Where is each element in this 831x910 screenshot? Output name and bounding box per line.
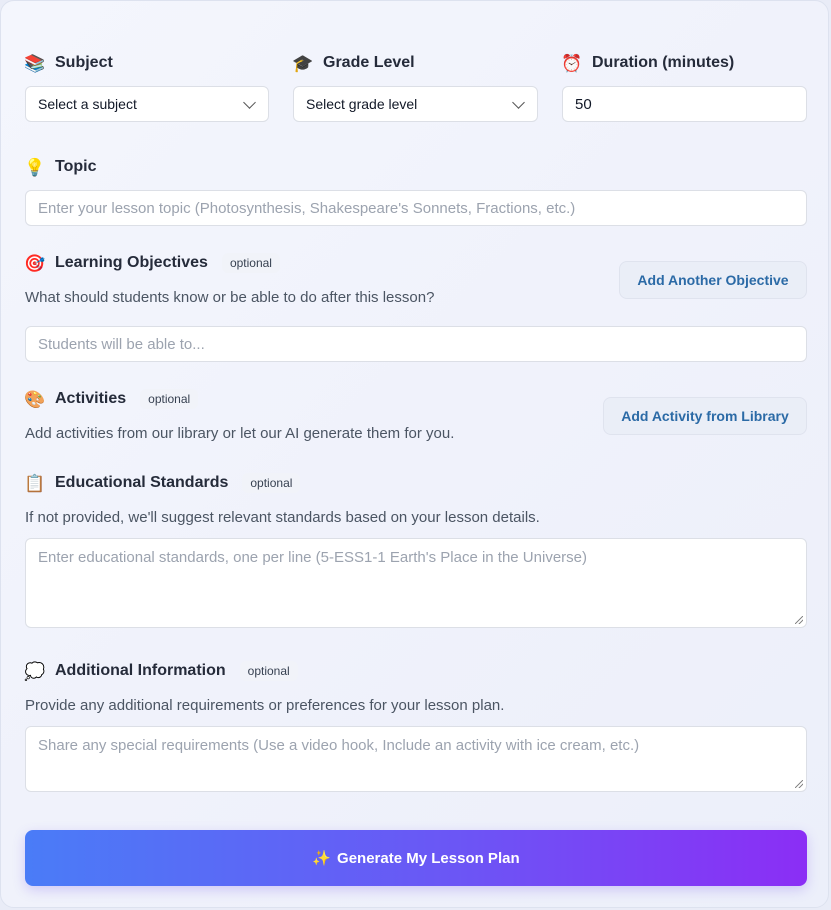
generate-button-label: Generate My Lesson Plan xyxy=(337,849,520,867)
optional-badge: optional xyxy=(140,389,199,409)
lesson-plan-form: 📚 Subject Select a subject 🎓 Grade Level… xyxy=(0,0,829,908)
optional-badge: optional xyxy=(221,253,280,273)
clipboard-icon: 📋 xyxy=(24,473,46,493)
graduation-cap-icon: 🎓 xyxy=(292,53,314,73)
objective-placeholder: Students will be able to... xyxy=(38,335,205,353)
add-objective-button[interactable]: Add Another Objective xyxy=(619,261,807,299)
duration-input[interactable]: 50 xyxy=(562,86,807,122)
sparkles-icon: ✨ xyxy=(312,850,332,867)
target-icon: 🎯 xyxy=(24,253,46,273)
grade-select[interactable]: Select grade level xyxy=(293,86,538,122)
chevron-down-icon xyxy=(243,95,256,109)
standards-textarea[interactable]: Enter educational standards, one per lin… xyxy=(25,538,807,628)
grade-label: 🎓 Grade Level xyxy=(292,53,415,73)
palette-icon: 🎨 xyxy=(24,389,46,409)
standards-help: If not provided, we'll suggest relevant … xyxy=(25,509,540,526)
books-icon: 📚 xyxy=(24,53,46,73)
add-activity-button[interactable]: Add Activity from Library xyxy=(603,397,807,435)
subject-label: 📚 Subject xyxy=(24,53,113,73)
chevron-down-icon xyxy=(512,95,525,109)
topic-placeholder: Enter your lesson topic (Photosynthesis,… xyxy=(38,199,576,217)
additional-placeholder: Share any special requirements (Use a vi… xyxy=(38,737,640,754)
additional-textarea[interactable]: Share any special requirements (Use a vi… xyxy=(25,726,807,792)
duration-label: ⏰ Duration (minutes) xyxy=(561,53,735,73)
optional-badge: optional xyxy=(242,473,301,493)
alarm-clock-icon: ⏰ xyxy=(561,53,583,73)
activities-help: Add activities from our library or let o… xyxy=(25,425,455,442)
objectives-label: 🎯 Learning Objectives optional xyxy=(24,253,280,273)
grade-select-value: Select grade level xyxy=(306,96,418,112)
resize-handle-icon[interactable] xyxy=(795,616,803,624)
standards-placeholder: Enter educational standards, one per lin… xyxy=(38,549,587,566)
subject-select-value: Select a subject xyxy=(38,96,137,112)
topic-label: 💡 Topic xyxy=(24,157,97,177)
activities-label: 🎨 Activities optional xyxy=(24,389,199,409)
objectives-help: What should students know or be able to … xyxy=(25,289,435,306)
thought-bubble-icon: 💭 xyxy=(24,661,46,681)
additional-label: 💭 Additional Information optional xyxy=(24,661,298,681)
topic-input[interactable]: Enter your lesson topic (Photosynthesis,… xyxy=(25,190,807,226)
standards-label: 📋 Educational Standards optional xyxy=(24,473,301,493)
subject-select[interactable]: Select a subject xyxy=(25,86,269,122)
light-bulb-icon: 💡 xyxy=(24,157,46,177)
generate-button[interactable]: ✨ Generate My Lesson Plan xyxy=(25,830,807,886)
resize-handle-icon[interactable] xyxy=(795,780,803,788)
objective-input[interactable]: Students will be able to... xyxy=(25,326,807,362)
optional-badge: optional xyxy=(239,661,298,681)
additional-help: Provide any additional requirements or p… xyxy=(25,697,505,714)
